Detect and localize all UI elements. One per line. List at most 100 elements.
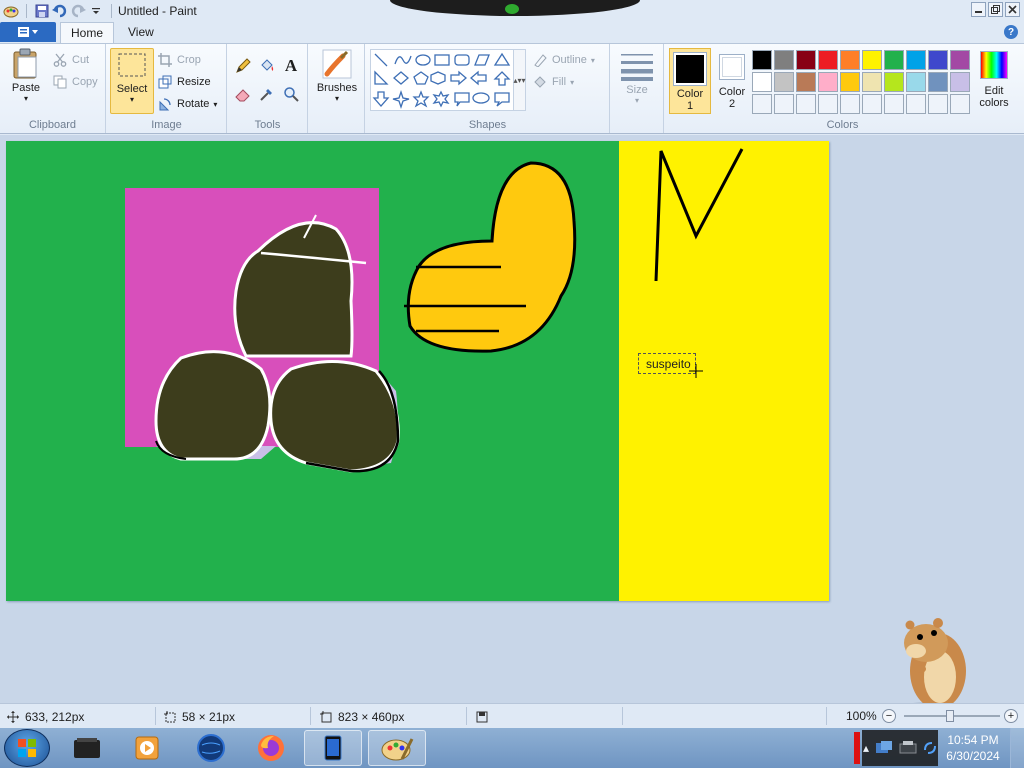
palette-swatch[interactable]	[928, 50, 948, 70]
copy-icon	[52, 74, 68, 90]
file-menu-button[interactable]	[0, 22, 56, 42]
palette-swatch[interactable]	[950, 94, 970, 114]
tools-group-label: Tools	[254, 119, 281, 131]
firefox-taskbar-item[interactable]	[242, 730, 300, 766]
palette-swatch[interactable]	[752, 72, 772, 92]
cut-button[interactable]: Cut	[52, 52, 89, 68]
sync-icon[interactable]	[923, 740, 937, 756]
tab-home[interactable]: Home	[60, 22, 115, 43]
zoom-slider-thumb[interactable]	[946, 710, 954, 722]
palette-swatch[interactable]	[752, 94, 772, 114]
palette-swatch[interactable]	[862, 72, 882, 92]
tray-expand-icon[interactable]: ▴	[863, 741, 869, 755]
media-player-taskbar-item[interactable]	[58, 730, 116, 766]
text-tool-icon[interactable]: A	[280, 56, 302, 76]
palette-swatch[interactable]	[950, 50, 970, 70]
selection-size-value: 58 × 21px	[182, 710, 236, 724]
palette-swatch[interactable]	[752, 50, 772, 70]
outline-button[interactable]: Outline ▾	[532, 52, 595, 68]
redo-icon[interactable]	[69, 2, 87, 20]
palette-swatch[interactable]	[884, 50, 904, 70]
paint-taskbar-item[interactable]	[368, 730, 426, 766]
palette-swatch[interactable]	[950, 72, 970, 92]
crop-button[interactable]: Crop	[157, 52, 201, 68]
copy-button[interactable]: Copy	[52, 74, 98, 90]
palette-swatch[interactable]	[818, 50, 838, 70]
help-icon[interactable]: ?	[1004, 25, 1018, 39]
taskbar: ▴ 10:54 PM 6/30/2024	[0, 728, 1024, 768]
palette-swatch[interactable]	[774, 94, 794, 114]
palette-swatch[interactable]	[906, 50, 926, 70]
text-input-box[interactable]: suspeito	[638, 353, 696, 374]
fill-bucket-icon[interactable]	[256, 56, 278, 76]
media-center-taskbar-item[interactable]	[118, 730, 176, 766]
palette-swatch[interactable]	[840, 72, 860, 92]
ribbon: Paste ▾ Cut Copy Clipboard Select ▾ Crop…	[0, 43, 1024, 134]
size-button[interactable]: Size ▾	[619, 50, 655, 105]
tablet-app-taskbar-item[interactable]	[304, 730, 362, 766]
palette-swatch[interactable]	[906, 72, 926, 92]
tab-view[interactable]: View	[118, 22, 164, 43]
restore-button[interactable]	[988, 2, 1003, 17]
paint-app-icon[interactable]	[2, 2, 20, 20]
customize-quick-access-icon[interactable]	[87, 2, 105, 20]
palette-swatch[interactable]	[840, 94, 860, 114]
brushes-button[interactable]: Brushes ▾	[313, 48, 361, 103]
palette-swatch[interactable]	[928, 72, 948, 92]
pencil-icon[interactable]	[232, 56, 254, 76]
resize-button[interactable]: Resize	[157, 74, 211, 90]
zoom-out-button[interactable]: −	[882, 709, 896, 723]
undo-icon[interactable]	[51, 2, 69, 20]
globe-app-taskbar-item[interactable]	[182, 730, 240, 766]
show-desktop-button[interactable]	[1010, 728, 1024, 768]
canvas-workspace: suspeito	[0, 135, 1024, 716]
palette-swatch[interactable]	[884, 72, 904, 92]
drawing-canvas[interactable]: suspeito	[6, 141, 829, 601]
palette-swatch[interactable]	[862, 94, 882, 114]
palette-swatch[interactable]	[774, 72, 794, 92]
palette-swatch[interactable]	[818, 72, 838, 92]
edit-colors-button[interactable]: Edit colors	[974, 51, 1014, 109]
palette-swatch[interactable]	[796, 72, 816, 92]
palette-swatch[interactable]	[796, 50, 816, 70]
select-button[interactable]: Select ▾	[110, 48, 154, 114]
select-dropdown-icon: ▾	[129, 95, 134, 104]
start-button[interactable]	[4, 729, 50, 767]
eraser-icon[interactable]	[232, 84, 254, 104]
printer-tray-icon[interactable]	[899, 740, 917, 756]
edit-colors-label: Edit	[984, 85, 1004, 97]
minimize-button[interactable]	[971, 2, 986, 17]
black-letter-stroke	[654, 148, 744, 282]
palette-swatch[interactable]	[796, 94, 816, 114]
palette-swatch[interactable]	[840, 50, 860, 70]
zoom-in-button[interactable]: +	[1004, 709, 1018, 723]
paste-button[interactable]: Paste ▾	[6, 48, 46, 103]
palette-swatch[interactable]	[774, 50, 794, 70]
fill-label: Fill	[552, 76, 567, 88]
rotate-button[interactable]: Rotate ▾	[157, 96, 217, 112]
copy-label: Copy	[72, 76, 98, 88]
palette-swatch[interactable]	[818, 94, 838, 114]
color1-button[interactable]: Color 1	[669, 48, 711, 114]
select-label: Select	[116, 83, 148, 95]
palette-swatch[interactable]	[862, 50, 882, 70]
image-group: Select ▾ Crop Resize Rotate ▾ Image	[107, 44, 227, 133]
color-picker-icon[interactable]	[256, 84, 278, 104]
palette-swatch[interactable]	[906, 94, 926, 114]
fill-button[interactable]: Fill ▾	[532, 74, 574, 90]
shapes-scroll[interactable]: ▴▾▾	[513, 50, 526, 110]
save-icon[interactable]	[33, 2, 51, 20]
color2-button[interactable]: Color 2	[713, 51, 751, 110]
magnifier-icon[interactable]	[280, 84, 302, 104]
outline-icon	[532, 52, 548, 68]
network-icon[interactable]	[875, 740, 893, 756]
status-separator	[622, 707, 623, 725]
clock-date: 6/30/2024	[946, 749, 1000, 763]
outline-dropdown-icon: ▾	[590, 55, 595, 65]
system-clock[interactable]: 10:54 PM 6/30/2024	[940, 732, 1006, 764]
palette-swatch[interactable]	[928, 94, 948, 114]
palette-swatch[interactable]	[884, 94, 904, 114]
close-button[interactable]	[1005, 2, 1020, 17]
color1-label: Color	[676, 88, 704, 100]
shapes-gallery-icons[interactable]	[371, 50, 525, 110]
